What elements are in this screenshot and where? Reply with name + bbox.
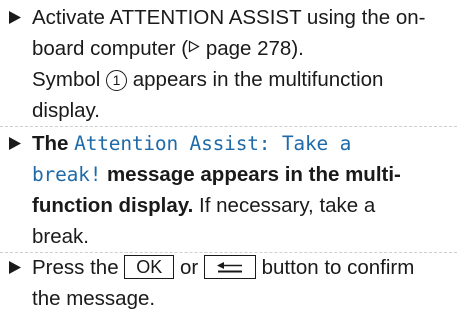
step-bullet-icon	[8, 128, 28, 159]
instruction-page: Activate ATTENTION ASSIST using the on- …	[0, 0, 457, 310]
step-3-line-1a: Press the	[32, 256, 125, 279]
step-2-text: The Attention Assist: Take a break! mess…	[32, 128, 453, 252]
step-2-bold-rest: message appears in the multi-	[101, 163, 401, 186]
message-text-line-1: Attention Assist: Take a	[74, 132, 352, 155]
back-arrow-icon	[216, 257, 244, 277]
back-button[interactable]	[203, 255, 256, 279]
step-2-line-3: If necessary, take a	[193, 194, 376, 217]
step-2-bold-line-3: function display.	[32, 194, 194, 217]
step-3: Press the OK or button to confirm the me…	[8, 252, 453, 314]
step-1-line-4: display.	[32, 99, 100, 122]
step-2-bold-lead: The	[32, 132, 75, 155]
step-bullet-icon	[8, 2, 28, 33]
ok-button[interactable]: OK	[124, 255, 175, 279]
step-bullet-icon	[8, 252, 28, 283]
step-1-line-3a: Symbol	[32, 68, 107, 91]
page-ref-arrow-icon	[188, 40, 200, 56]
step-3-text: Press the OK or button to confirm the me…	[32, 252, 453, 314]
step-3-or: or	[174, 256, 204, 279]
step-1-line-2a: board computer (	[32, 37, 189, 60]
step-3-line-1b: button to confirm	[255, 256, 415, 279]
step-1: Activate ATTENTION ASSIST using the on- …	[8, 2, 453, 126]
step-1-line-1: Activate ATTENTION ASSIST using the on-	[32, 6, 426, 29]
step-2: The Attention Assist: Take a break! mess…	[8, 128, 453, 252]
step-3-line-2: the message.	[32, 287, 156, 310]
symbol-1-badge: 1	[106, 70, 128, 91]
divider	[0, 126, 457, 127]
message-text-line-2: break!	[32, 163, 102, 186]
step-1-line-3b: appears in the multifunction	[127, 68, 384, 91]
step-1-text: Activate ATTENTION ASSIST using the on- …	[32, 2, 453, 126]
step-2-line-4: break.	[32, 225, 89, 248]
page-reference-link[interactable]: page 278).	[206, 37, 304, 60]
